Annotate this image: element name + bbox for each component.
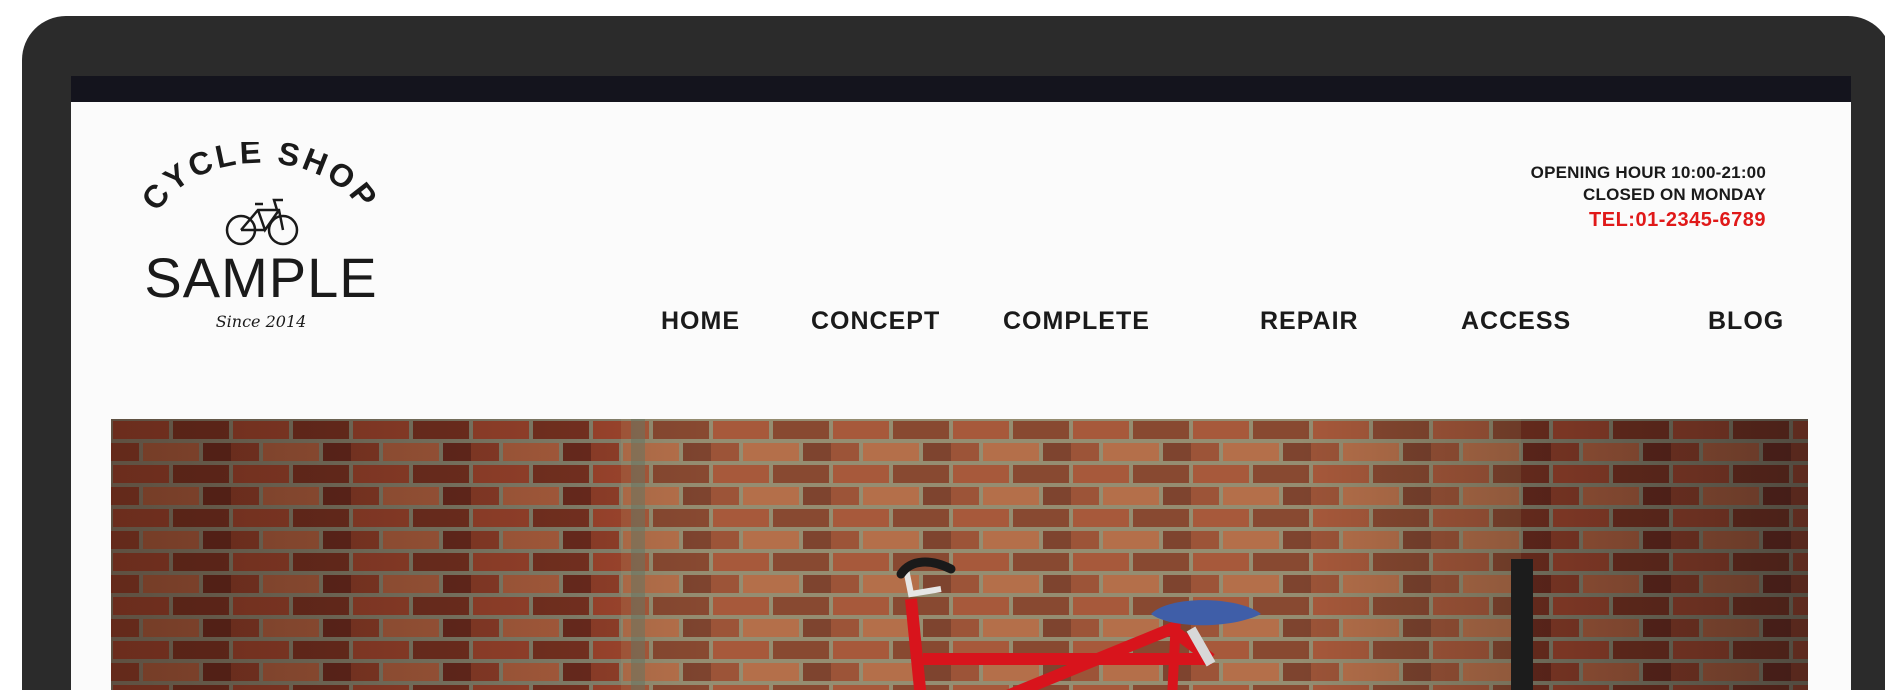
nav-concept[interactable]: CONCEPT (811, 307, 940, 336)
monitor-mockup: CYCLE SHOP SAMPLE Since 2014 OPENING HOU… (0, 0, 1885, 690)
shop-info: OPENING HOUR 10:00-21:00 CLOSED ON MONDA… (1531, 162, 1766, 234)
hero-image (111, 419, 1808, 690)
opening-hours: OPENING HOUR 10:00-21:00 (1530, 163, 1766, 182)
brick-wall-photo (111, 419, 1808, 690)
nav-home[interactable]: HOME (661, 307, 740, 336)
shop-logo[interactable]: CYCLE SHOP SAMPLE Since 2014 (111, 142, 411, 332)
nav-access[interactable]: ACCESS (1461, 307, 1571, 336)
logo-since: Since 2014 (216, 312, 307, 331)
closed-day: CLOSED ON MONDAY (1583, 185, 1766, 204)
phone-number[interactable]: TEL:01-2345-6789 (1531, 206, 1766, 234)
logo-name: SAMPLE (144, 246, 377, 309)
browser-top-bar (71, 76, 1851, 102)
bicycle-icon (225, 198, 299, 246)
website-screen: CYCLE SHOP SAMPLE Since 2014 OPENING HOU… (71, 102, 1851, 690)
nav-repair[interactable]: REPAIR (1260, 307, 1359, 336)
nav-blog[interactable]: BLOG (1708, 307, 1784, 336)
logo-arc-text: CYCLE SHOP (134, 142, 386, 217)
nav-complete[interactable]: COMPLETE (1003, 307, 1150, 336)
